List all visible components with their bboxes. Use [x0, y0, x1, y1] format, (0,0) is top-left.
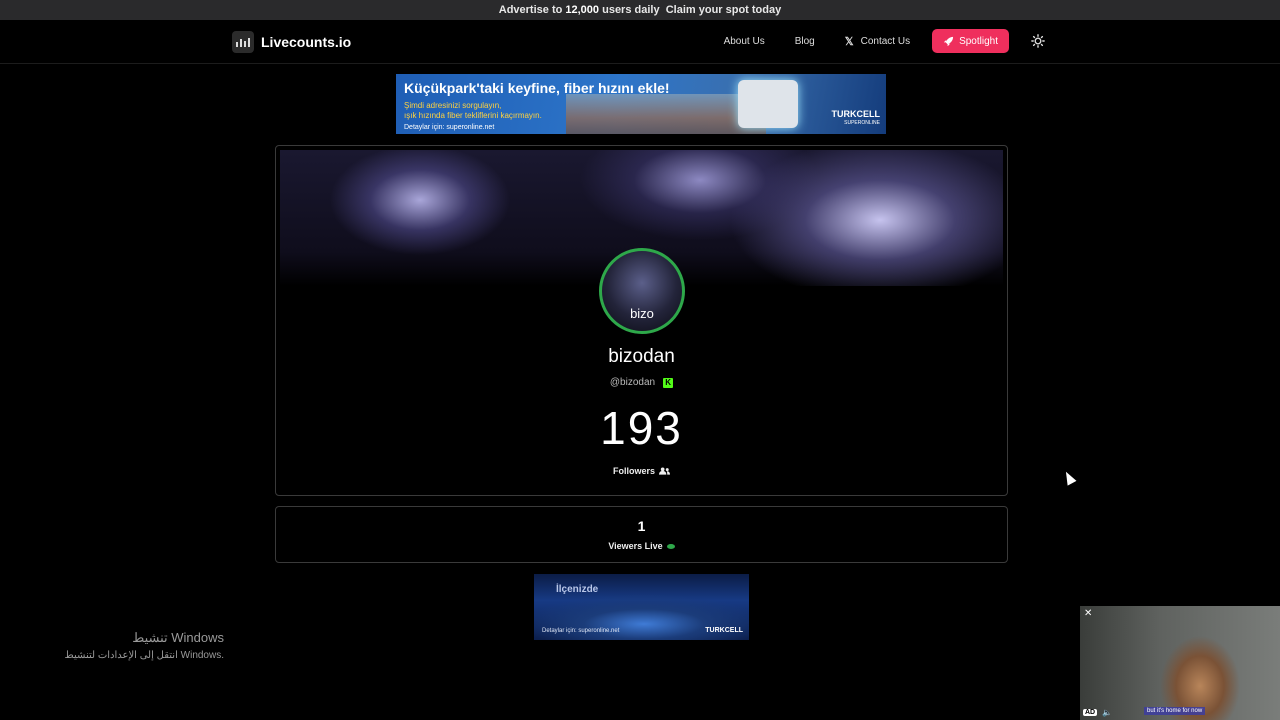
announcement-cta[interactable]: Claim your spot today	[666, 4, 782, 16]
viewers-label: Viewers Live	[608, 541, 663, 551]
profile-handle: @bizodan	[609, 377, 656, 388]
ad-city-image	[566, 94, 766, 134]
watermark-line-1: تنشيط Windows	[132, 630, 224, 645]
video-ad-player[interactable]: ✕ AD 🔈 but it's home for now	[1080, 606, 1280, 720]
watermark-line-2: انتقل إلى الإعدادات لتنشيط Windows.	[64, 650, 224, 661]
nav-links: About Us Blog 𝕏 Contact Us Spotlight	[694, 28, 1045, 54]
kick-icon[interactable]: K	[663, 377, 674, 388]
eye-icon	[666, 543, 675, 549]
top-ad-banner[interactable]: Küçükpark'taki keyfine, fiber hızını ekl…	[396, 74, 886, 134]
users-icon	[659, 467, 670, 475]
ad-router-image	[738, 80, 798, 128]
viewers-label-row: Viewers Live	[276, 541, 1007, 551]
header: Livecounts.io About Us Blog 𝕏 Contact Us…	[0, 20, 1280, 64]
announcement-suffix: users daily	[599, 4, 660, 16]
rocket-icon	[943, 36, 954, 46]
ad-line-1: Şimdi adresinizi sorgulayın,	[404, 101, 502, 110]
ad-brand-sub: SUPERONLINE	[844, 120, 880, 126]
video-caption: but it's home for now	[1144, 707, 1206, 715]
ad-brand-logo: TURKCELL SUPERONLINE	[832, 110, 881, 128]
ad-line-2: ışık hızında fiber tekliflerini kaçırmay…	[404, 111, 542, 120]
x-logo-icon: 𝕏	[844, 35, 854, 48]
spotlight-label: Spotlight	[959, 35, 998, 47]
ad-headline: Küçükpark'taki keyfine, fiber hızını ekl…	[404, 80, 670, 96]
nav-blog-link[interactable]: Blog	[795, 36, 815, 47]
mouse-cursor-icon	[1061, 469, 1077, 486]
follower-count: 193	[600, 402, 683, 454]
windows-activation-watermark: تنشيط Windows انتقل إلى الإعدادات لتنشيط…	[60, 630, 224, 661]
bottom-ad-title: İlçenizde	[556, 584, 599, 595]
avatar: bizo	[599, 248, 685, 334]
profile-handle-row: @bizodan K	[276, 377, 1007, 388]
close-icon[interactable]: ✕	[1084, 608, 1092, 619]
theme-toggle-sun-icon[interactable]	[1031, 34, 1045, 48]
viewers-count: 1	[637, 518, 646, 534]
logo[interactable]: Livecounts.io	[232, 31, 351, 53]
bottom-ad-small: Detaylar için: superonline.net	[542, 628, 620, 634]
avatar-text: bizo	[630, 306, 654, 321]
ad-line-3: Detaylar için: superonline.net	[404, 124, 495, 131]
announcement-prefix: Advertise to	[498, 4, 566, 16]
profile-name: bizodan	[608, 346, 675, 367]
bottom-ad-banner[interactable]: İlçenizde Detaylar için: superonline.net…	[534, 574, 749, 640]
viewers-card: 1 Viewers Live	[275, 506, 1008, 563]
ad-badge: AD	[1083, 709, 1098, 716]
followers-label: Followers	[612, 466, 655, 476]
nav-about-link[interactable]: About Us	[724, 36, 765, 47]
ad-brand: TURKCELL	[831, 109, 881, 119]
logo-text: Livecounts.io	[261, 34, 352, 50]
announcement-users: 12,000	[565, 4, 600, 16]
followers-label-row: Followers	[276, 466, 1007, 476]
spotlight-button[interactable]: Spotlight	[932, 29, 1009, 53]
nav-contact-link[interactable]: 𝕏 Contact Us	[845, 35, 910, 48]
logo-icon	[232, 31, 254, 53]
bottom-ad-brand: TURKCELL	[705, 627, 743, 634]
nav-contact-label: Contact Us	[860, 35, 911, 47]
announcement-bar[interactable]: Advertise to 12,000 users daily Claim yo…	[0, 0, 1280, 20]
profile-card: bizo bizodan @bizodan K 193 Followers	[275, 145, 1008, 496]
volume-icon[interactable]: 🔈	[1102, 708, 1112, 717]
